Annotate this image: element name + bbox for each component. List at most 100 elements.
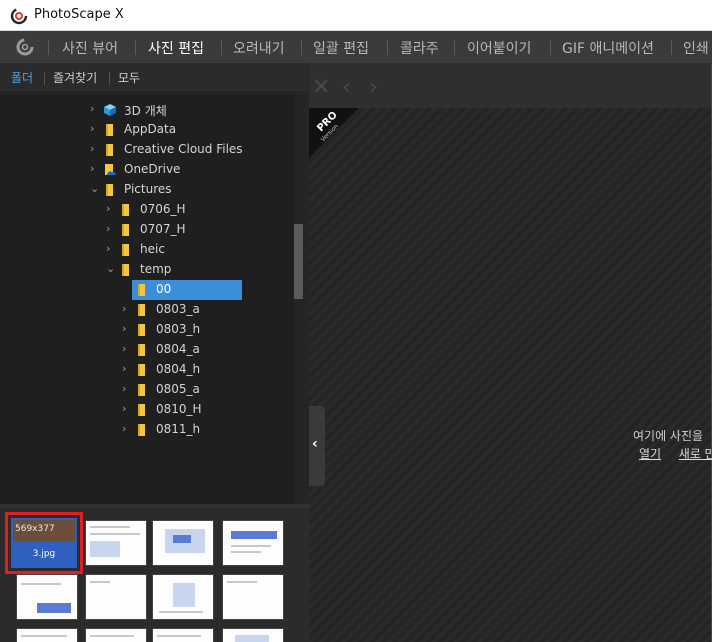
cube-icon bbox=[104, 104, 116, 116]
thumbnail-item[interactable] bbox=[222, 628, 284, 642]
tree-scrollbar-thumb[interactable] bbox=[294, 224, 303, 299]
tree-item-label: 0810_H bbox=[156, 402, 202, 416]
new-link[interactable]: 새로 만 bbox=[679, 447, 712, 461]
tree-item[interactable]: ⌄ temp bbox=[0, 260, 294, 280]
folder-icon bbox=[138, 404, 145, 416]
chevron-right-icon[interactable]: › bbox=[90, 142, 100, 155]
chevron-left-icon: ‹ bbox=[312, 436, 318, 452]
thumbnail-item[interactable] bbox=[85, 628, 147, 642]
tree-item[interactable]: › 0805_a bbox=[0, 380, 294, 400]
menu-combine[interactable]: 이어붙이기 bbox=[467, 38, 531, 58]
title-bar: PhotoScape X bbox=[0, 0, 712, 31]
folder-icon bbox=[106, 124, 113, 136]
folder-icon bbox=[122, 224, 129, 236]
thumbnail-item[interactable] bbox=[16, 628, 78, 642]
chevron-right-icon[interactable]: › bbox=[122, 322, 132, 335]
tree-item[interactable]: › heic bbox=[0, 240, 294, 260]
folder-icon bbox=[138, 324, 145, 336]
folder-icon bbox=[106, 144, 113, 156]
tree-item-label: 3D 개체 bbox=[124, 104, 167, 118]
editor-canvas[interactable]: PRO Version ‹ 여기에 사진을 열기 새로 만 bbox=[309, 108, 712, 642]
folder-icon bbox=[122, 264, 129, 276]
thumbnail-item[interactable] bbox=[85, 574, 147, 620]
thumbnail-item[interactable] bbox=[152, 574, 214, 620]
folder-icon bbox=[138, 304, 145, 316]
tree-item-label: 0803_a bbox=[156, 302, 200, 316]
open-link[interactable]: 열기 bbox=[639, 447, 661, 461]
tree-item[interactable]: › 0804_h bbox=[0, 360, 294, 380]
chevron-right-icon[interactable]: › bbox=[90, 122, 100, 135]
home-logo-icon[interactable] bbox=[14, 37, 36, 57]
tree-scrollbar[interactable] bbox=[294, 94, 309, 504]
thumbnail-selected[interactable]: 569x377 3.jpg bbox=[5, 512, 83, 574]
chevron-right-icon[interactable]: › bbox=[106, 202, 116, 215]
tree-item[interactable]: › OneDrive bbox=[0, 160, 294, 180]
chevron-right-icon[interactable]: › bbox=[122, 342, 132, 355]
previous-icon[interactable]: ‹ bbox=[342, 75, 351, 100]
folder-icon bbox=[138, 384, 145, 396]
thumbnail-item[interactable] bbox=[222, 520, 284, 566]
folder-icon bbox=[122, 204, 129, 216]
chevron-right-icon[interactable]: › bbox=[106, 222, 116, 235]
tree-item[interactable]: › 0810_H bbox=[0, 400, 294, 420]
chevron-right-icon[interactable]: › bbox=[122, 422, 132, 435]
tree-item[interactable]: › 0803_a bbox=[0, 300, 294, 320]
tree-item[interactable]: › AppData bbox=[0, 120, 294, 140]
chevron-right-icon[interactable]: › bbox=[122, 382, 132, 395]
menu-batch-edit[interactable]: 일괄 편집 bbox=[313, 38, 369, 58]
onedrive-folder-icon bbox=[105, 164, 116, 175]
tree-item[interactable]: › 0803_h bbox=[0, 320, 294, 340]
selection-highlight bbox=[132, 280, 242, 300]
tree-item-label: Pictures bbox=[124, 182, 172, 196]
app-window: PhotoScape X 사진 뷰어 사진 편집 오려내기 일괄 편집 콜라주 … bbox=[0, 0, 712, 642]
tab-separator bbox=[44, 72, 45, 85]
tree-item[interactable]: › 0811_h bbox=[0, 420, 294, 440]
thumbnail-item[interactable] bbox=[152, 628, 214, 642]
chevron-down-icon[interactable]: ⌄ bbox=[90, 182, 100, 195]
menu-separator bbox=[387, 40, 388, 55]
menu-photo-editor[interactable]: 사진 편집 bbox=[148, 38, 204, 58]
browser-tabs: 폴더 즐겨찾기 모두 bbox=[0, 63, 309, 93]
folder-icon bbox=[106, 184, 113, 196]
thumbnail-item[interactable] bbox=[85, 520, 147, 566]
tree-item-label: 0805_a bbox=[156, 382, 200, 396]
chevron-right-icon[interactable]: › bbox=[122, 302, 132, 315]
chevron-right-icon[interactable]: › bbox=[90, 102, 100, 115]
hint-links: 열기 새로 만 bbox=[639, 445, 712, 462]
collapse-panel-button[interactable]: ‹ bbox=[309, 406, 325, 486]
tree-item[interactable]: › 0707_H bbox=[0, 220, 294, 240]
menu-gif-animation[interactable]: GIF 애니메이션 bbox=[562, 38, 654, 58]
chevron-right-icon[interactable]: › bbox=[122, 402, 132, 415]
chevron-down-icon[interactable]: ⌄ bbox=[106, 262, 116, 275]
menu-photo-viewer[interactable]: 사진 뷰어 bbox=[62, 38, 118, 58]
menu-separator bbox=[550, 40, 551, 55]
tree-item[interactable]: › 0706_H bbox=[0, 200, 294, 220]
chevron-right-icon[interactable]: › bbox=[90, 162, 100, 175]
editor-panel: ✕ ‹ › PRO Version ‹ 여기에 사진을 열기 새로 만 bbox=[309, 63, 712, 642]
tree-item[interactable]: ⌄ Pictures bbox=[0, 180, 294, 200]
tab-all[interactable]: 모두 bbox=[118, 69, 140, 86]
menu-collage[interactable]: 콜라주 bbox=[400, 38, 439, 58]
tab-folders[interactable]: 폴더 bbox=[11, 69, 33, 86]
chevron-right-icon[interactable]: › bbox=[106, 242, 116, 255]
chevron-right-icon[interactable]: › bbox=[122, 362, 132, 375]
close-icon[interactable]: ✕ bbox=[312, 75, 330, 100]
tree-item-label: OneDrive bbox=[124, 162, 181, 176]
menu-print[interactable]: 인쇄 bbox=[683, 38, 709, 58]
tree-item[interactable]: › Creative Cloud Files bbox=[0, 140, 294, 160]
thumbnail-item[interactable] bbox=[152, 520, 214, 566]
thumbnail-image: 569x377 3.jpg bbox=[11, 518, 77, 568]
thumbnail-item[interactable] bbox=[16, 574, 78, 620]
menu-cut-out[interactable]: 오려내기 bbox=[233, 38, 285, 58]
thumbnail-dimensions: 569x377 bbox=[15, 524, 55, 534]
tree-item[interactable]: › 3D 개체 bbox=[0, 100, 294, 120]
menu-separator bbox=[135, 40, 136, 55]
tree-item[interactable]: 00 bbox=[0, 280, 294, 300]
tree-item-label: 0707_H bbox=[140, 222, 186, 236]
tree-item[interactable]: › 0804_a bbox=[0, 340, 294, 360]
next-icon[interactable]: › bbox=[369, 75, 378, 100]
tab-favorites[interactable]: 즐겨찾기 bbox=[53, 69, 97, 86]
thumbnail-item[interactable] bbox=[222, 574, 284, 620]
tree-item-label: 0804_h bbox=[156, 362, 201, 376]
editor-nav-toolbar: ✕ ‹ › bbox=[309, 63, 711, 108]
